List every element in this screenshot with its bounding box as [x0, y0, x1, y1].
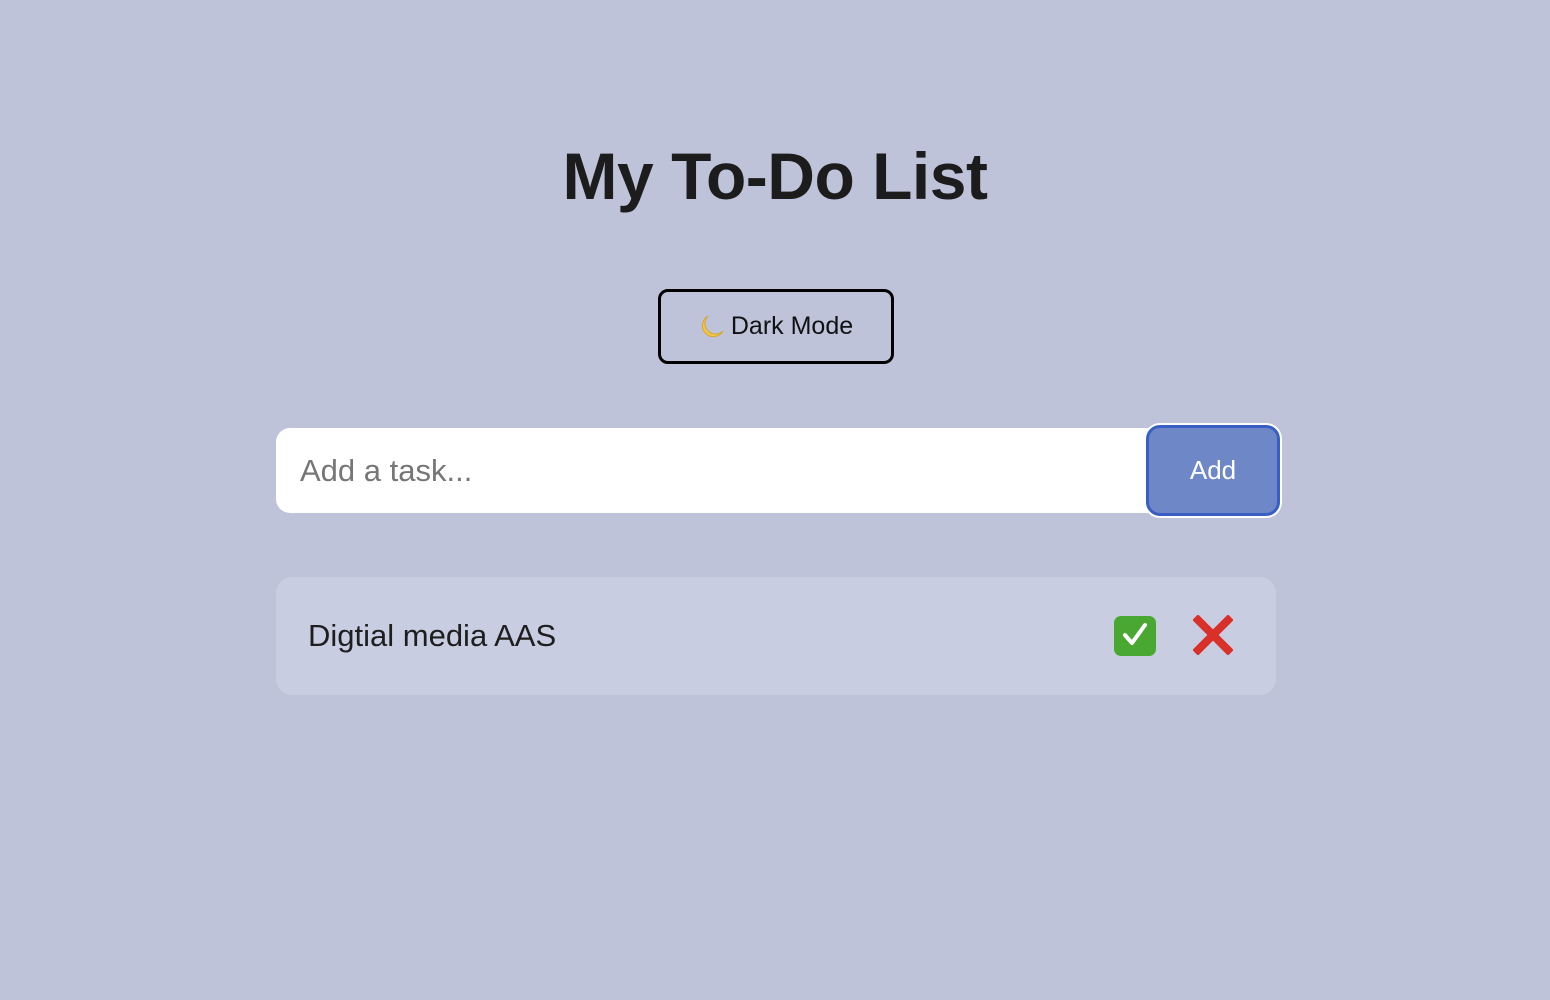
complete-task-button[interactable]: [1114, 616, 1156, 656]
add-task-form: Add: [276, 425, 1280, 516]
add-button[interactable]: Add: [1146, 425, 1280, 516]
cross-mark-icon: [1192, 613, 1234, 658]
task-item: Digtial media AAS: [276, 577, 1276, 695]
dark-mode-toggle-button[interactable]: Dark Mode: [658, 289, 894, 364]
check-mark-icon: [1120, 620, 1150, 653]
task-list: Digtial media AAS: [276, 577, 1276, 695]
task-input[interactable]: [276, 428, 1166, 513]
task-text: Digtial media AAS: [308, 618, 557, 653]
crescent-moon-icon: [699, 314, 725, 340]
page-title: My To-Do List: [562, 139, 988, 213]
delete-task-button[interactable]: [1192, 613, 1234, 658]
dark-mode-label: Dark Mode: [730, 312, 854, 340]
